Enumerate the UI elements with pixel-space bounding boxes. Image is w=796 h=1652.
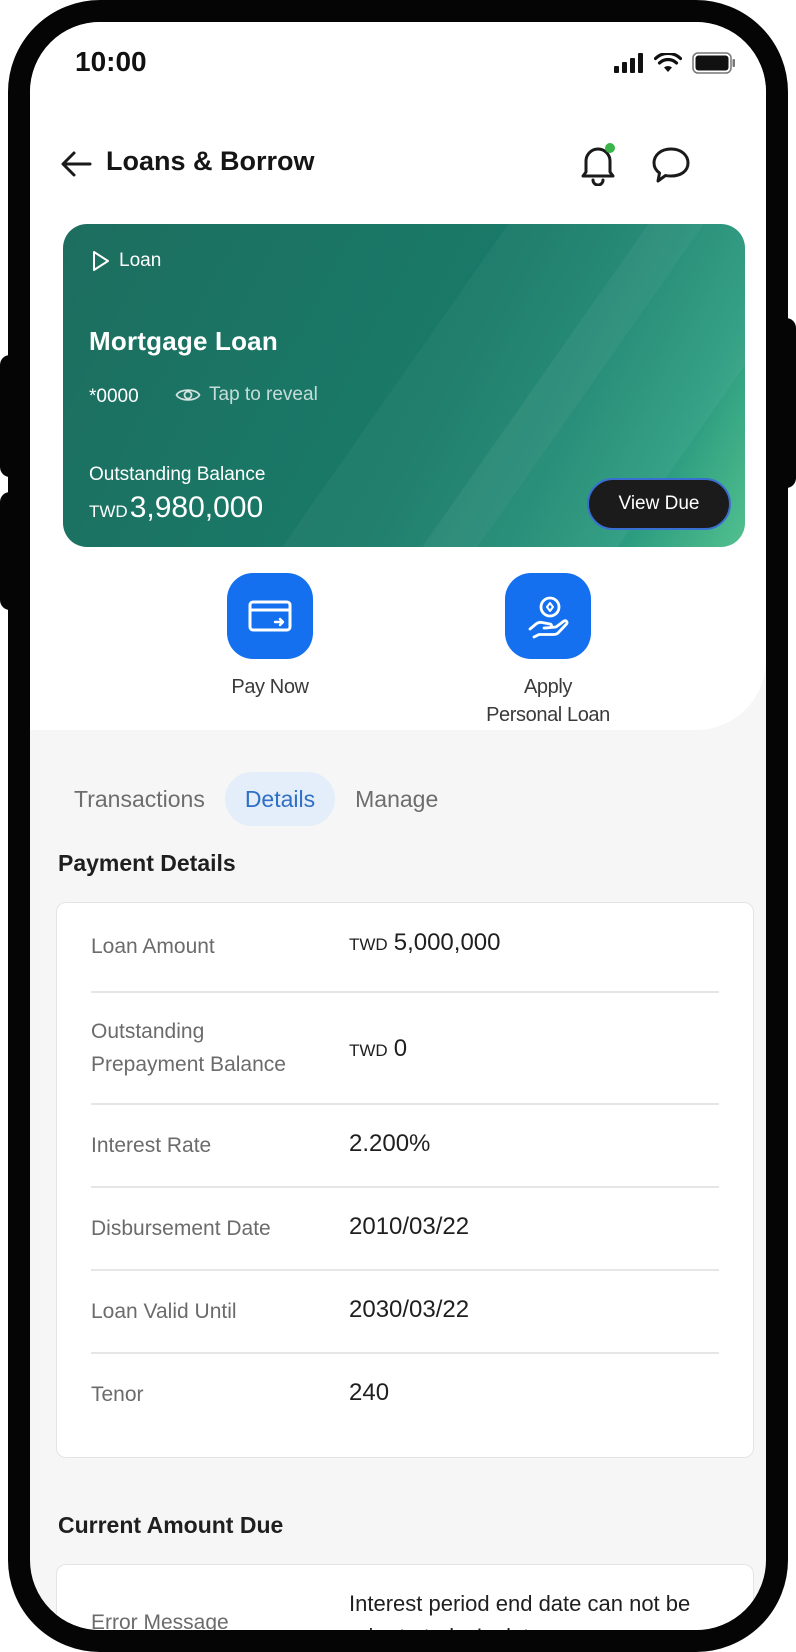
balance-amount: 3,980,000 (129, 491, 264, 524)
detail-label: Tenor (91, 1383, 144, 1406)
battery-icon (692, 52, 735, 74)
tab-manage[interactable]: Manage (341, 772, 452, 826)
detail-value: TWD 0 (349, 1035, 407, 1063)
detail-value: 240 (349, 1379, 389, 1407)
detail-row-disbursement-date: Disbursement Date 2010/03/22 (91, 1188, 719, 1271)
detail-label: Loan Amount (91, 935, 215, 958)
currency-code: TWD (89, 502, 128, 521)
currency-code: TWD (349, 1041, 388, 1060)
signal-icon (614, 53, 643, 73)
currency-code: TWD (349, 935, 388, 954)
tap-to-reveal[interactable]: Tap to reveal (175, 384, 318, 406)
detail-label: Interest Rate (91, 1134, 212, 1157)
value: 2.200% (349, 1130, 431, 1157)
page-title: Loans & Borrow (106, 146, 315, 176)
outstanding-balance-value: TWD 3,980,000 (89, 491, 263, 525)
apply-personal-loan-label: Apply Personal Loan (486, 673, 610, 729)
detail-label: Outstanding Prepayment Balance (91, 1020, 286, 1076)
current-amount-due-card: Error Message Interest period end date c… (56, 1564, 754, 1649)
outstanding-balance-label: Outstanding Balance (89, 464, 266, 485)
status-time: 10:00 (75, 46, 147, 77)
value: 2010/03/22 (349, 1213, 470, 1240)
apply-personal-loan-button[interactable] (505, 573, 591, 659)
back-arrow-icon[interactable] (58, 146, 94, 182)
home-indicator[interactable] (268, 1634, 538, 1644)
tab-bar: Transactions Details Manage (60, 772, 458, 826)
detail-row-loan-amount: Loan Amount TWD 5,000,000 (91, 903, 719, 993)
value: 240 (349, 1379, 390, 1406)
card-tag: Loan (91, 250, 161, 272)
pay-now-label: Pay Now (231, 676, 309, 698)
pay-now-action[interactable]: Pay Now (200, 573, 340, 701)
payment-details-title: Payment Details (58, 850, 236, 876)
detail-label: Loan Valid Until (91, 1300, 237, 1323)
detail-row-loan-valid-until: Loan Valid Until 2030/03/22 (91, 1271, 719, 1354)
value: 2030/03/22 (349, 1296, 470, 1323)
detail-value: 2010/03/22 (349, 1213, 469, 1241)
detail-label: Disbursement Date (91, 1217, 271, 1240)
top-area: 10:00 Loans & Borrow Loan Mortgage Loan … (30, 22, 766, 730)
value: 0 (393, 1035, 408, 1062)
loan-card[interactable]: Loan Mortgage Loan *0000 Tap to reveal O… (63, 224, 745, 547)
loan-number: *0000 (89, 386, 139, 407)
detail-value: TWD 5,000,000 (349, 929, 501, 957)
notification-bell-icon[interactable] (578, 142, 618, 186)
notification-dot (605, 143, 615, 153)
detail-value: 2.200% (349, 1130, 430, 1158)
value: 5,000,000 (393, 929, 501, 956)
chat-bubble-icon[interactable] (650, 144, 692, 186)
apply-label-line2: Personal Loan (486, 704, 610, 726)
card-tag-label: Loan (119, 250, 162, 271)
detail-row-prepayment-balance: Outstanding Prepayment Balance TWD 0 (91, 993, 719, 1105)
status-bar: 10:00 (30, 22, 766, 106)
wifi-icon (654, 53, 682, 72)
hand-coin-icon (528, 596, 569, 639)
apply-personal-loan-action[interactable]: Apply Personal Loan (448, 573, 648, 729)
error-message-label: Error Message (91, 1611, 229, 1634)
credit-card-icon (248, 600, 292, 632)
tab-details[interactable]: Details (224, 772, 336, 826)
tab-transactions[interactable]: Transactions (60, 772, 219, 826)
eye-icon (175, 389, 201, 401)
payment-details-card: Loan Amount TWD 5,000,000 Outstanding Pr… (56, 902, 754, 1458)
play-outline-icon (93, 251, 109, 271)
detail-value: 2030/03/22 (349, 1296, 469, 1324)
apply-label-line1: Apply (523, 676, 572, 698)
status-icons (614, 52, 736, 74)
detail-row-tenor: Tenor 240 (91, 1354, 719, 1444)
app-header: Loans & Borrow (30, 134, 766, 194)
error-message-value: Interest period end date can not be prio… (349, 1591, 691, 1649)
detail-row-interest-rate: Interest Rate 2.200% (91, 1105, 719, 1188)
pay-now-button[interactable] (227, 573, 313, 659)
phone-frame: 10:00 Loans & Borrow Loan Mortgage Loan … (8, 0, 788, 1652)
view-due-button[interactable]: View Due (587, 478, 731, 530)
tap-to-reveal-label: Tap to reveal (209, 384, 318, 405)
loan-name: Mortgage Loan (89, 326, 278, 356)
current-amount-due-title: Current Amount Due (58, 1512, 284, 1538)
